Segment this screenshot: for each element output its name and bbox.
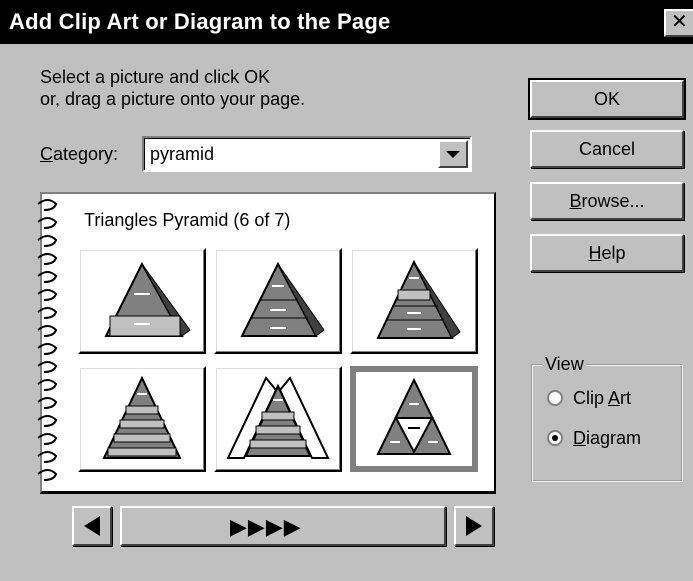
browse-accel: B bbox=[569, 191, 582, 211]
pyramid-thumbnail-2[interactable] bbox=[214, 248, 342, 354]
category-label-text: ategory: bbox=[53, 144, 119, 164]
chevron-down-icon[interactable] bbox=[438, 140, 468, 168]
pyramid-5-level-icon bbox=[376, 259, 461, 339]
help-button[interactable]: Help bbox=[530, 234, 684, 272]
next-button[interactable] bbox=[454, 506, 494, 546]
pyramid-thumbnail-5[interactable] bbox=[214, 366, 342, 472]
pyramid-thumbnail-4[interactable] bbox=[78, 366, 206, 472]
instructions-line-2: or, drag a picture onto your page. bbox=[40, 89, 306, 109]
browse-label: rowse... bbox=[581, 191, 645, 211]
clip-gallery-notebook: Triangles Pyramid (6 of 7) bbox=[37, 192, 496, 494]
gallery-title: Triangles Pyramid (6 of 7) bbox=[84, 210, 291, 230]
left-arrow-icon bbox=[84, 516, 100, 536]
radio-unchecked-icon[interactable] bbox=[547, 390, 563, 406]
radio-checked-icon[interactable] bbox=[547, 430, 563, 446]
gallery-navigation: ▶▶▶▶ bbox=[72, 506, 494, 546]
help-accel: H bbox=[588, 243, 602, 263]
diagram-label: iagram bbox=[586, 428, 642, 448]
pyramid-6-level-icon bbox=[102, 375, 182, 459]
clip-art-label-pre: Clip bbox=[573, 388, 609, 408]
instructions-line-1: Select a picture and click OK bbox=[40, 67, 271, 87]
cancel-button[interactable]: Cancel bbox=[530, 130, 684, 168]
category-value: pyramid bbox=[150, 144, 215, 164]
add-clip-art-dialog: Add Clip Art or Diagram to the Page ✕ Se… bbox=[0, 0, 693, 581]
close-icon: ✕ bbox=[671, 11, 688, 33]
diagram-accel: D bbox=[573, 428, 586, 448]
instructions-text: Select a picture and click OK or, drag a… bbox=[40, 66, 305, 110]
title-bar[interactable]: Add Clip Art or Diagram to the Page ✕ bbox=[0, 0, 693, 44]
category-label-accel: C bbox=[40, 144, 53, 164]
gallery-scroll-track[interactable]: ▶▶▶▶ bbox=[120, 506, 446, 546]
diagram-radio[interactable]: Diagram bbox=[547, 428, 641, 449]
category-combobox[interactable]: pyramid bbox=[142, 136, 472, 172]
triangle-split-icon bbox=[376, 377, 452, 455]
view-groupbox: View Clip Art Diagram bbox=[531, 354, 683, 482]
category-label: Category: bbox=[40, 144, 118, 165]
pyramid-thumbnail-1[interactable] bbox=[78, 248, 206, 354]
previous-button[interactable] bbox=[72, 506, 112, 546]
ok-button[interactable]: OK bbox=[528, 78, 686, 120]
spiral-binding-icon bbox=[37, 199, 58, 481]
clip-art-radio[interactable]: Clip Art bbox=[547, 388, 631, 409]
pyramid-framed-icon bbox=[226, 376, 330, 459]
right-arrow-icon bbox=[466, 516, 482, 536]
window-title: Add Clip Art or Diagram to the Page bbox=[9, 9, 391, 34]
clip-art-label-post: rt bbox=[620, 388, 632, 408]
help-label: elp bbox=[601, 243, 626, 263]
close-button[interactable]: ✕ bbox=[664, 9, 693, 37]
clip-art-accel: A bbox=[608, 388, 621, 408]
pyramid-3-level-solid-icon bbox=[240, 261, 325, 337]
browse-button[interactable]: Browse... bbox=[530, 182, 684, 220]
pyramid-thumbnail-6[interactable] bbox=[350, 366, 478, 472]
pyramid-3-level-icon bbox=[104, 261, 191, 337]
pyramid-thumbnail-3[interactable] bbox=[350, 248, 478, 354]
view-legend: View bbox=[543, 354, 586, 375]
progress-arrows-icon: ▶▶▶▶ bbox=[230, 514, 302, 539]
